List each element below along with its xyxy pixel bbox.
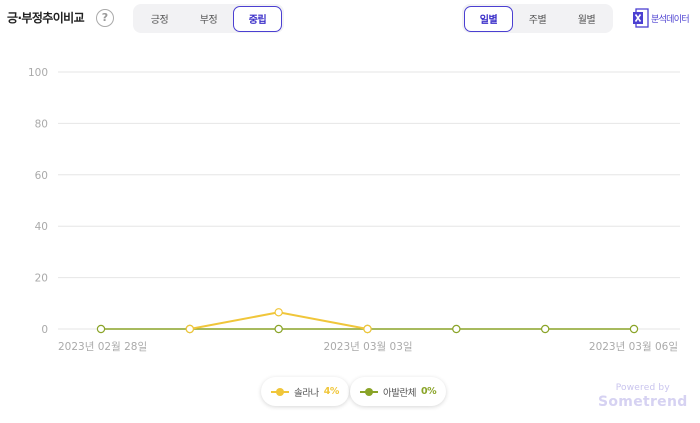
y-tick-label: 60	[35, 170, 48, 182]
x-tick-label: 2023년 03월 06일	[589, 340, 678, 353]
data-point[interactable]	[96, 324, 106, 334]
data-point[interactable]	[452, 324, 461, 334]
legend-label: 아발란체	[383, 387, 416, 399]
y-tick-label: 80	[35, 118, 48, 130]
legend-percent: 0%	[420, 386, 437, 397]
brand-logo: Sometrend	[598, 394, 688, 410]
data-point[interactable]	[185, 324, 195, 334]
y-axis-labels: 0 20 40 60 80 100	[28, 67, 48, 336]
y-tick-label: 100	[28, 67, 48, 79]
data-point[interactable]	[363, 324, 372, 334]
data-point[interactable]	[629, 324, 639, 334]
legend-label: 솔라나	[294, 387, 319, 399]
legend-marker-icon	[360, 387, 378, 396]
legend-percent: 4%	[323, 386, 340, 397]
powered-by-logo: Powered by Sometrend	[598, 383, 688, 410]
x-tick-label: 2023년 03월 03일	[323, 340, 412, 353]
x-tick-label: 2023년 02월 28일	[58, 340, 147, 353]
powered-by-text: Powered by	[615, 383, 670, 393]
legend-marker-icon	[271, 387, 289, 396]
data-point[interactable]	[274, 324, 283, 334]
chart-series	[96, 308, 639, 334]
chart-grid	[58, 71, 680, 330]
legend-item-solana[interactable]: 솔라나 4%	[261, 377, 349, 406]
y-tick-label: 40	[35, 221, 48, 233]
legend-item-avalanche[interactable]: 아발란체 0%	[350, 377, 447, 406]
y-tick-label: 0	[41, 324, 48, 336]
data-point[interactable]	[274, 308, 283, 317]
data-point[interactable]	[540, 324, 550, 334]
y-tick-label: 20	[35, 273, 48, 285]
x-axis-labels: 2023년 02월 28일 2023년 03월 03일 2023년 03월 06일	[58, 340, 678, 353]
trend-line-chart: 020406080100 2023년 02월 28일 2023년 03월 03일 2…	[28, 67, 680, 353]
